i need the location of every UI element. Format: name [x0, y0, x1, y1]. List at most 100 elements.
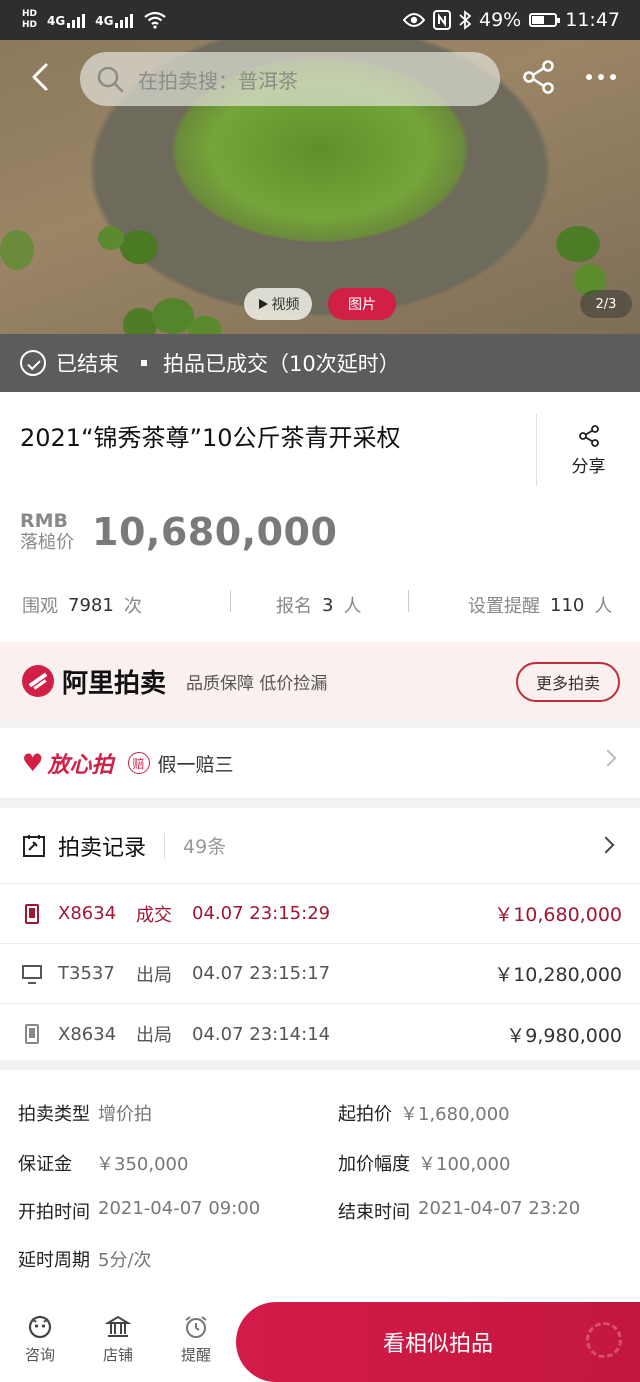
bidder-id: T3537 [58, 963, 115, 984]
bid-time: 04.07 23:14:14 [192, 1023, 331, 1045]
stat-reminders-label: 设置提醒 [468, 596, 540, 617]
bid-time: 04.07 23:15:17 [192, 963, 331, 984]
bid-records-header[interactable]: 拍卖记录 49条 [0, 808, 640, 884]
auction-status-bar: 已结束 拍品已成交（10次延时） [0, 334, 640, 392]
bid-records: 拍卖记录 49条 X8634 成交 04.07 23:15:29 ￥10,680… [0, 808, 640, 1060]
detail-value: ￥350,000 [96, 1154, 189, 1175]
stat-registrations: 报名 3 人 [276, 592, 361, 618]
detail-label: 拍卖类型 [18, 1104, 90, 1125]
ended-label: 已结束 [56, 352, 119, 376]
guarantee-text: 假一赔三 [157, 753, 234, 776]
play-icon [258, 299, 268, 309]
phone-icon [22, 1024, 42, 1044]
back-icon[interactable] [26, 62, 56, 92]
stat-views: 围观 7981 次 [22, 592, 142, 618]
tab-photo-label: 图片 [348, 297, 376, 313]
chat-face-icon [28, 1315, 52, 1339]
more-auctions-button[interactable]: 更多拍卖 [516, 662, 620, 702]
tab-video-label: 视频 [271, 297, 300, 313]
ali-auction-tagline: 品质保障 低价捡漏 [186, 673, 328, 694]
price-label: 落槌价 [20, 532, 74, 553]
detail-label: 结束时间 [338, 1202, 410, 1223]
stat-reminders: 设置提醒 110 人 [468, 592, 612, 618]
share-button[interactable]: 分享 [536, 414, 640, 486]
battery-icon [529, 13, 561, 27]
auction-details: 拍卖类型 增价拍 起拍价 ￥1,680,000 保证金 ￥350,000 加价幅… [0, 1070, 640, 1302]
detail-deposit: 保证金 ￥350,000 [18, 1150, 188, 1176]
bid-amount: ￥10,680,000 [494, 904, 622, 926]
detail-value: 增价拍 [98, 1104, 152, 1125]
detail-start-price: 起拍价 ￥1,680,000 [338, 1100, 510, 1126]
hd-label-1: HD [22, 9, 38, 19]
detail-label: 起拍价 [338, 1104, 392, 1125]
detail-value: 2021-04-07 09:00 [98, 1198, 261, 1219]
bid-row[interactable]: X8634 成交 04.07 23:15:29 ￥10,680,000 [0, 884, 640, 944]
consult-button[interactable]: 咨询 [10, 1314, 70, 1365]
media-tabs: 视频 图片 [244, 288, 396, 320]
stat-views-value: 7981 [68, 594, 114, 616]
bid-amount: ￥9,980,000 [506, 1024, 622, 1047]
remind-button[interactable]: 提醒 [166, 1314, 226, 1365]
price-currency: RMB [20, 510, 69, 532]
search-placeholder: 在拍卖搜：普洱茶 [138, 68, 298, 93]
consult-label: 咨询 [24, 1346, 55, 1364]
guarantee-row[interactable]: ♥ 放心拍 赔 假一赔三 [0, 728, 640, 798]
phone-icon [22, 903, 42, 924]
search-icon [97, 66, 124, 93]
detail-label: 保证金 [18, 1154, 72, 1175]
ended-icon [20, 350, 46, 376]
search-input[interactable]: 在拍卖搜：普洱茶 [80, 52, 500, 106]
bluetooth-icon [459, 10, 471, 30]
eye-icon [403, 13, 425, 27]
clock: 11:47 [565, 9, 620, 31]
signal-icon-2: 4G [95, 12, 134, 28]
bidder-id: X8634 [58, 1023, 117, 1045]
detail-value: 5分/次 [98, 1250, 152, 1271]
bidder-id: X8634 [58, 903, 117, 924]
tab-photo[interactable]: 图片 [328, 288, 396, 320]
detail-value: 2021-04-07 23:20 [418, 1198, 581, 1219]
decorative-ring-icon [586, 1322, 622, 1358]
wifi-icon [144, 11, 167, 29]
shop-label: 店铺 [102, 1346, 133, 1364]
battery-percent: 49% [479, 9, 522, 31]
detail-start-time: 开拍时间 2021-04-07 09:00 [18, 1198, 260, 1224]
stat-views-label: 围观 [22, 596, 58, 617]
bid-records-count: 49条 [183, 836, 227, 858]
share-icon-small [578, 424, 599, 447]
store-icon [105, 1315, 131, 1337]
image-counter: 2/3 [580, 290, 632, 318]
detail-delay-period: 延时周期 5分/次 [18, 1246, 152, 1272]
detail-label: 开拍时间 [18, 1202, 90, 1223]
shop-button[interactable]: 店铺 [88, 1314, 148, 1365]
bid-row[interactable]: X8634 出局 04.07 23:14:14 ￥9,980,000 [0, 1004, 640, 1064]
lot-title: 2021“锦秀茶尊”10公斤茶青开采权 [20, 424, 401, 452]
network-label-1: 4G [47, 14, 66, 28]
tab-video[interactable]: 视频 [244, 288, 312, 320]
share-label: 分享 [571, 456, 606, 477]
more-menu-button[interactable] [586, 66, 616, 88]
desktop-icon [22, 964, 42, 984]
stat-divider [408, 590, 409, 612]
stat-reminders-unit: 人 [594, 596, 613, 617]
view-similar-lots-button[interactable]: 看相似拍品 [236, 1302, 640, 1382]
compensation-badge: 赔 [127, 752, 150, 774]
detail-increment: 加价幅度 ￥100,000 [338, 1150, 510, 1176]
status-separator [141, 360, 147, 366]
guarantee-name: 放心拍 [47, 753, 114, 778]
top-nav: 在拍卖搜：普洱茶 [0, 44, 640, 110]
chevron-right-icon [599, 749, 617, 767]
ali-auction-logo-icon [22, 665, 54, 697]
hd-indicator: HD HD [22, 9, 37, 31]
detail-label: 加价幅度 [338, 1154, 410, 1175]
signal-icon: 4G [47, 12, 86, 28]
share-icon[interactable] [520, 58, 558, 96]
ali-auction-name: 阿里拍卖 [62, 668, 167, 699]
heart-icon: ♥ [22, 749, 44, 777]
bid-row[interactable]: T3537 出局 04.07 23:15:17 ￥10,280,000 [0, 944, 640, 1004]
bottom-action-bar: 咨询 店铺 提醒 看相似拍品 [0, 1302, 640, 1382]
stat-divider [230, 590, 231, 612]
bid-amount: ￥10,280,000 [494, 964, 622, 986]
alarm-clock-icon [185, 1316, 207, 1338]
gavel-record-icon [23, 834, 45, 857]
